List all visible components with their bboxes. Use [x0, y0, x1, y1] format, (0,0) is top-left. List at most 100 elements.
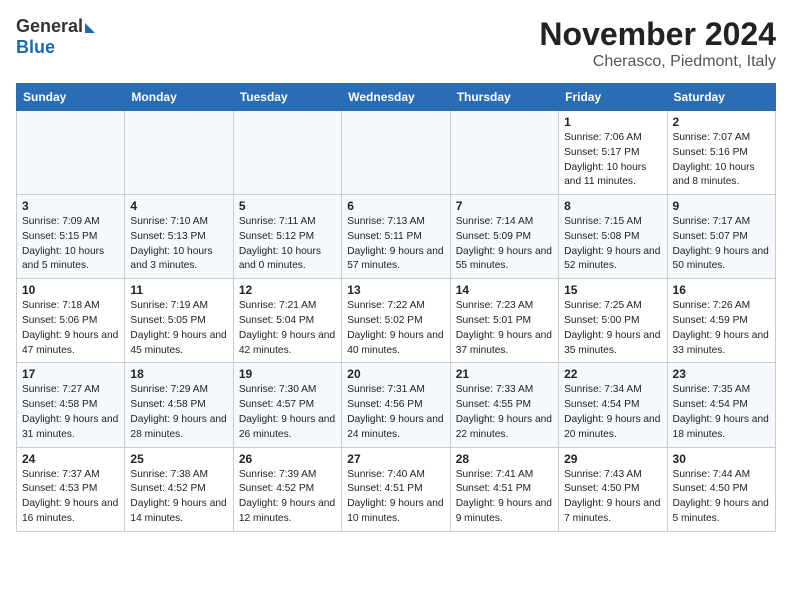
day-number: 27 [347, 452, 444, 466]
day-info: Sunrise: 7:09 AM Sunset: 5:15 PM Dayligh… [22, 215, 119, 274]
header-day: Thursday [450, 84, 558, 111]
logo-triangle-icon [85, 23, 95, 33]
header-row: SundayMondayTuesdayWednesdayThursdayFrid… [17, 84, 776, 111]
day-number: 19 [239, 367, 336, 381]
day-info: Sunrise: 7:07 AM Sunset: 5:16 PM Dayligh… [673, 131, 770, 190]
calendar-cell: 6 Sunrise: 7:13 AM Sunset: 5:11 PM Daylig… [342, 195, 450, 279]
day-number: 21 [456, 367, 553, 381]
day-info: Sunrise: 7:25 AM Sunset: 5:00 PM Dayligh… [564, 299, 661, 358]
day-info: Sunrise: 7:35 AM Sunset: 4:54 PM Dayligh… [673, 383, 770, 442]
day-info: Sunrise: 7:37 AM Sunset: 4:53 PM Dayligh… [22, 468, 119, 527]
day-info: Sunrise: 7:15 AM Sunset: 5:08 PM Dayligh… [564, 215, 661, 274]
day-number: 17 [22, 367, 119, 381]
calendar-cell: 24 Sunrise: 7:37 AM Sunset: 4:53 PM Dayli… [17, 447, 125, 531]
header-day: Monday [125, 84, 233, 111]
calendar-cell [233, 111, 341, 195]
calendar-cell: 13 Sunrise: 7:22 AM Sunset: 5:02 PM Dayli… [342, 279, 450, 363]
day-number: 23 [673, 367, 770, 381]
header-day: Friday [559, 84, 667, 111]
header-day: Sunday [17, 84, 125, 111]
calendar-cell: 27 Sunrise: 7:40 AM Sunset: 4:51 PM Dayli… [342, 447, 450, 531]
calendar-cell: 18 Sunrise: 7:29 AM Sunset: 4:58 PM Dayli… [125, 363, 233, 447]
calendar-cell [125, 111, 233, 195]
day-info: Sunrise: 7:18 AM Sunset: 5:06 PM Dayligh… [22, 299, 119, 358]
calendar-cell: 26 Sunrise: 7:39 AM Sunset: 4:52 PM Dayli… [233, 447, 341, 531]
day-info: Sunrise: 7:39 AM Sunset: 4:52 PM Dayligh… [239, 468, 336, 527]
calendar-table: SundayMondayTuesdayWednesdayThursdayFrid… [16, 83, 776, 532]
day-info: Sunrise: 7:31 AM Sunset: 4:56 PM Dayligh… [347, 383, 444, 442]
day-info: Sunrise: 7:21 AM Sunset: 5:04 PM Dayligh… [239, 299, 336, 358]
day-info: Sunrise: 7:41 AM Sunset: 4:51 PM Dayligh… [456, 468, 553, 527]
calendar-cell: 21 Sunrise: 7:33 AM Sunset: 4:55 PM Dayli… [450, 363, 558, 447]
calendar-cell: 15 Sunrise: 7:25 AM Sunset: 5:00 PM Dayli… [559, 279, 667, 363]
day-info: Sunrise: 7:14 AM Sunset: 5:09 PM Dayligh… [456, 215, 553, 274]
calendar-cell: 3 Sunrise: 7:09 AM Sunset: 5:15 PM Daylig… [17, 195, 125, 279]
day-number: 7 [456, 199, 553, 213]
day-number: 12 [239, 283, 336, 297]
day-number: 18 [130, 367, 227, 381]
day-number: 10 [22, 283, 119, 297]
day-info: Sunrise: 7:23 AM Sunset: 5:01 PM Dayligh… [456, 299, 553, 358]
day-number: 13 [347, 283, 444, 297]
day-info: Sunrise: 7:06 AM Sunset: 5:17 PM Dayligh… [564, 131, 661, 190]
day-info: Sunrise: 7:10 AM Sunset: 5:13 PM Dayligh… [130, 215, 227, 274]
day-info: Sunrise: 7:29 AM Sunset: 4:58 PM Dayligh… [130, 383, 227, 442]
day-info: Sunrise: 7:43 AM Sunset: 4:50 PM Dayligh… [564, 468, 661, 527]
day-info: Sunrise: 7:27 AM Sunset: 4:58 PM Dayligh… [22, 383, 119, 442]
header-day: Wednesday [342, 84, 450, 111]
day-number: 20 [347, 367, 444, 381]
calendar-cell: 14 Sunrise: 7:23 AM Sunset: 5:01 PM Dayli… [450, 279, 558, 363]
day-number: 26 [239, 452, 336, 466]
calendar-cell: 28 Sunrise: 7:41 AM Sunset: 4:51 PM Dayli… [450, 447, 558, 531]
calendar-subtitle: Cherasco, Piedmont, Italy [539, 53, 776, 71]
calendar-cell [17, 111, 125, 195]
calendar-cell: 17 Sunrise: 7:27 AM Sunset: 4:58 PM Dayli… [17, 363, 125, 447]
calendar-cell: 29 Sunrise: 7:43 AM Sunset: 4:50 PM Dayli… [559, 447, 667, 531]
calendar-cell: 5Sunrise: 7:11 AM Sunset: 5:12 PM Daylig… [233, 195, 341, 279]
calendar-cell [450, 111, 558, 195]
day-info: Sunrise: 7:13 AM Sunset: 5:11 PM Dayligh… [347, 215, 444, 274]
logo-general-text: General [16, 16, 83, 37]
title-block: November 2024 Cherasco, Piedmont, Italy [539, 16, 776, 71]
day-number: 8 [564, 199, 661, 213]
day-number: 15 [564, 283, 661, 297]
day-info: Sunrise: 7:40 AM Sunset: 4:51 PM Dayligh… [347, 468, 444, 527]
day-number: 2 [673, 115, 770, 129]
calendar-cell [342, 111, 450, 195]
calendar-cell: 4 Sunrise: 7:10 AM Sunset: 5:13 PM Daylig… [125, 195, 233, 279]
day-number: 22 [564, 367, 661, 381]
day-info: Sunrise: 7:22 AM Sunset: 5:02 PM Dayligh… [347, 299, 444, 358]
calendar-title: November 2024 [539, 16, 776, 53]
day-number: 9 [673, 199, 770, 213]
day-info: Sunrise: 7:30 AM Sunset: 4:57 PM Dayligh… [239, 383, 336, 442]
day-number: 14 [456, 283, 553, 297]
day-number: 24 [22, 452, 119, 466]
day-info: Sunrise: 7:19 AM Sunset: 5:05 PM Dayligh… [130, 299, 227, 358]
calendar-week-row: 24 Sunrise: 7:37 AM Sunset: 4:53 PM Dayli… [17, 447, 776, 531]
day-number: 5 [239, 199, 336, 213]
calendar-cell: 25Sunrise: 7:38 AM Sunset: 4:52 PM Dayli… [125, 447, 233, 531]
calendar-cell: 22 Sunrise: 7:34 AM Sunset: 4:54 PM Dayli… [559, 363, 667, 447]
day-number: 4 [130, 199, 227, 213]
calendar-cell: 10 Sunrise: 7:18 AM Sunset: 5:06 PM Dayli… [17, 279, 125, 363]
day-number: 1 [564, 115, 661, 129]
day-number: 6 [347, 199, 444, 213]
calendar-cell: 8 Sunrise: 7:15 AM Sunset: 5:08 PM Daylig… [559, 195, 667, 279]
calendar-week-row: 3 Sunrise: 7:09 AM Sunset: 5:15 PM Daylig… [17, 195, 776, 279]
calendar-week-row: 17 Sunrise: 7:27 AM Sunset: 4:58 PM Dayli… [17, 363, 776, 447]
day-info: Sunrise: 7:33 AM Sunset: 4:55 PM Dayligh… [456, 383, 553, 442]
day-number: 16 [673, 283, 770, 297]
day-info: Sunrise: 7:34 AM Sunset: 4:54 PM Dayligh… [564, 383, 661, 442]
day-number: 29 [564, 452, 661, 466]
day-number: 3 [22, 199, 119, 213]
calendar-cell: 23 Sunrise: 7:35 AM Sunset: 4:54 PM Dayli… [667, 363, 775, 447]
page-header: General Blue November 2024 Cherasco, Pie… [16, 16, 776, 71]
day-info: Sunrise: 7:26 AM Sunset: 4:59 PM Dayligh… [673, 299, 770, 358]
day-number: 11 [130, 283, 227, 297]
day-number: 28 [456, 452, 553, 466]
day-info: Sunrise: 7:44 AM Sunset: 4:50 PM Dayligh… [673, 468, 770, 527]
calendar-cell: 19 Sunrise: 7:30 AM Sunset: 4:57 PM Dayli… [233, 363, 341, 447]
header-day: Saturday [667, 84, 775, 111]
calendar-cell: 9Sunrise: 7:17 AM Sunset: 5:07 PM Daylig… [667, 195, 775, 279]
calendar-cell: 30Sunrise: 7:44 AM Sunset: 4:50 PM Dayli… [667, 447, 775, 531]
